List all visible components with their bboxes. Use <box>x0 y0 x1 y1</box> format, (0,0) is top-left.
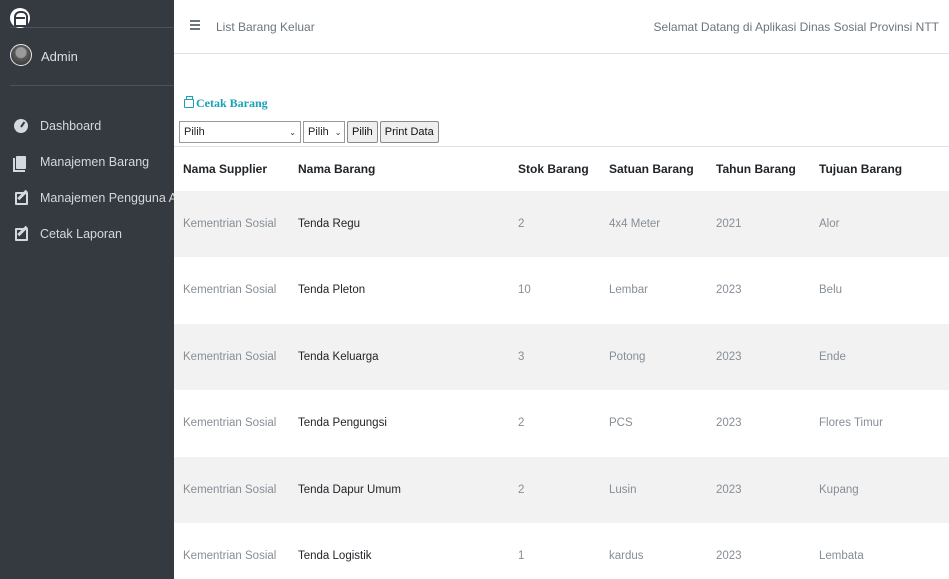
table-cell: Lembar <box>609 284 648 297</box>
sidebar-item-cetak-laporan[interactable]: Cetak Laporan <box>0 216 174 252</box>
table-cell: Lusin <box>609 483 637 496</box>
table-cell: Kementrian Sosial <box>183 483 277 496</box>
dashboard-icon <box>14 119 28 133</box>
file-icon <box>13 155 28 172</box>
column-header[interactable]: Stok Barang <box>509 146 600 191</box>
table-row: Kementrian Sosial Tenda Regu 2 4x4 Meter… <box>174 190 949 257</box>
table-cell: Kementrian Sosial <box>183 350 277 363</box>
chevron-down-icon: ⌄ <box>289 127 296 137</box>
sidebar-item-manajemen-barang[interactable]: Manajemen Barang <box>0 144 174 180</box>
table-cell: Kementrian Sosial <box>183 284 277 297</box>
table-cell: Belu <box>819 284 843 297</box>
edit-icon <box>14 191 28 205</box>
table-cell: Alor <box>819 217 840 230</box>
cetak-barang-link[interactable]: Cetak Barang <box>184 96 268 111</box>
table-cell: 2 <box>518 483 525 496</box>
brand-logo-icon[interactable] <box>10 8 30 28</box>
table-cell: Tenda Pengungsi <box>298 417 387 430</box>
filter-bar: Pilih ⌄ Pilih ⌄ Pilih Print Data <box>179 121 441 143</box>
edit-icon <box>14 227 28 241</box>
column-header[interactable]: Tahun Barang <box>707 146 810 191</box>
filter-button[interactable]: Pilih <box>347 121 378 143</box>
column-header[interactable]: Tujuan Barang <box>810 146 949 191</box>
table-cell: Lembata <box>819 550 864 563</box>
table-cell: Potong <box>609 350 646 363</box>
table-cell: Kementrian Sosial <box>183 550 277 563</box>
sidebar-item-label: Manajemen Barang <box>40 155 150 169</box>
table-header-row: Nama Supplier Nama Barang Stok Barang Sa… <box>174 146 949 191</box>
brand-row <box>10 8 174 28</box>
table-cell: 2023 <box>716 350 742 363</box>
table-cell: 3 <box>518 350 525 363</box>
table-cell: Tenda Regu <box>298 217 361 230</box>
column-header[interactable]: Nama Supplier <box>174 146 289 191</box>
table-cell: Kementrian Sosial <box>183 217 277 230</box>
table-cell: Tenda Dapur Umum <box>298 483 401 496</box>
sidebar-nav: Dashboard Manajemen Barang Manajemen Pen… <box>0 108 174 252</box>
column-header[interactable]: Nama Barang <box>289 146 509 191</box>
table-row: Kementrian Sosial Tenda Logistik 1 kardu… <box>174 523 949 579</box>
menu-toggle-icon[interactable] <box>190 20 200 30</box>
chevron-down-icon: ⌄ <box>334 127 342 137</box>
table-cell: Tenda Keluarga <box>298 350 379 363</box>
table-cell: 2023 <box>716 417 742 430</box>
sidebar: Admin Dashboard Manajemen Barang Manajem… <box>0 0 174 579</box>
table-cell: Tenda Logistik <box>298 550 372 563</box>
printer-icon <box>184 96 194 108</box>
top-navbar: List Barang Keluar Selamat Datang di Apl… <box>174 0 949 54</box>
table-cell: kardus <box>609 550 644 563</box>
table-cell: 2023 <box>716 483 742 496</box>
cetak-barang-label: Cetak Barang <box>196 96 268 110</box>
main-content: Cetak Barang Pilih ⌄ Pilih ⌄ Pilih Print… <box>174 54 949 579</box>
user-name[interactable]: Admin <box>41 49 78 64</box>
user-panel: Admin <box>10 36 174 86</box>
table-cell: 2 <box>518 417 525 430</box>
table-row: Kementrian Sosial Tenda Dapur Umum 2 Lus… <box>174 456 949 523</box>
table-row: Kementrian Sosial Tenda Pleton 10 Lembar… <box>174 257 949 324</box>
barang-keluar-table: Nama Supplier Nama Barang Stok Barang Sa… <box>174 146 949 579</box>
table-cell: Kupang <box>819 483 859 496</box>
sidebar-item-label: Dashboard <box>40 119 102 133</box>
filter-select-main[interactable]: Pilih ⌄ <box>179 121 301 143</box>
table-cell: 2023 <box>716 550 742 563</box>
sidebar-item-label: Cetak Laporan <box>40 227 123 241</box>
table-cell: Kementrian Sosial <box>183 417 277 430</box>
table-cell: 2021 <box>716 217 742 230</box>
filter-select-small[interactable]: Pilih ⌄ <box>303 121 345 143</box>
filter-select-small-value: Pilih <box>308 126 329 138</box>
table-cell: 4x4 Meter <box>609 217 661 230</box>
filter-select-main-value: Pilih <box>184 126 205 138</box>
table-cell: 2023 <box>716 284 742 297</box>
page-title: List Barang Keluar <box>216 20 315 34</box>
table-cell: 10 <box>518 284 531 297</box>
table-cell: PCS <box>609 417 633 430</box>
sidebar-item-label: Manajemen Pengguna Aplik <box>40 191 174 205</box>
welcome-text: Selamat Datang di Aplikasi Dinas Sosial … <box>653 20 939 34</box>
table-cell: Tenda Pleton <box>298 284 366 297</box>
table-row: Kementrian Sosial Tenda Keluarga 3 Poton… <box>174 323 949 390</box>
table-cell: 1 <box>518 550 525 563</box>
table-row: Kementrian Sosial Tenda Pengungsi 2 PCS … <box>174 390 949 457</box>
avatar[interactable] <box>10 44 32 66</box>
table-cell: Ende <box>819 350 846 363</box>
table-cell: Flores Timur <box>819 417 883 430</box>
column-header[interactable]: Satuan Barang <box>600 146 707 191</box>
sidebar-item-manajemen-pengguna[interactable]: Manajemen Pengguna Aplik <box>0 180 174 216</box>
table-cell: 2 <box>518 217 525 230</box>
sidebar-item-dashboard[interactable]: Dashboard <box>0 108 174 144</box>
print-data-button[interactable]: Print Data <box>379 121 439 143</box>
